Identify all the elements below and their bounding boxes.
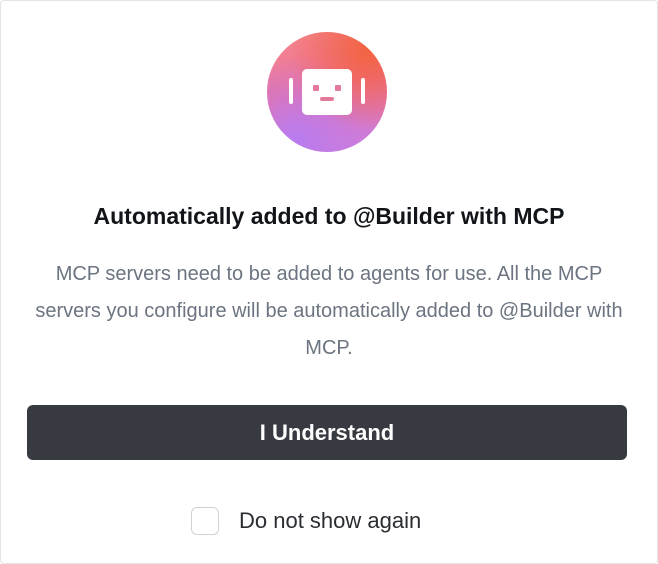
robot-icon bbox=[289, 69, 365, 115]
do-not-show-again-option[interactable]: Do not show again bbox=[191, 504, 421, 538]
mcp-info-dialog: Automatically added to @Builder with MCP… bbox=[0, 0, 658, 564]
do-not-show-again-label: Do not show again bbox=[239, 508, 422, 533]
robot-avatar bbox=[267, 32, 387, 152]
dialog-description: MCP servers need to be added to agents f… bbox=[35, 263, 623, 359]
i-understand-button[interactable]: I Understand bbox=[27, 405, 627, 460]
do-not-show-again-checkbox[interactable] bbox=[191, 507, 219, 535]
dialog-title: Automatically added to @Builder with MCP bbox=[93, 203, 565, 229]
